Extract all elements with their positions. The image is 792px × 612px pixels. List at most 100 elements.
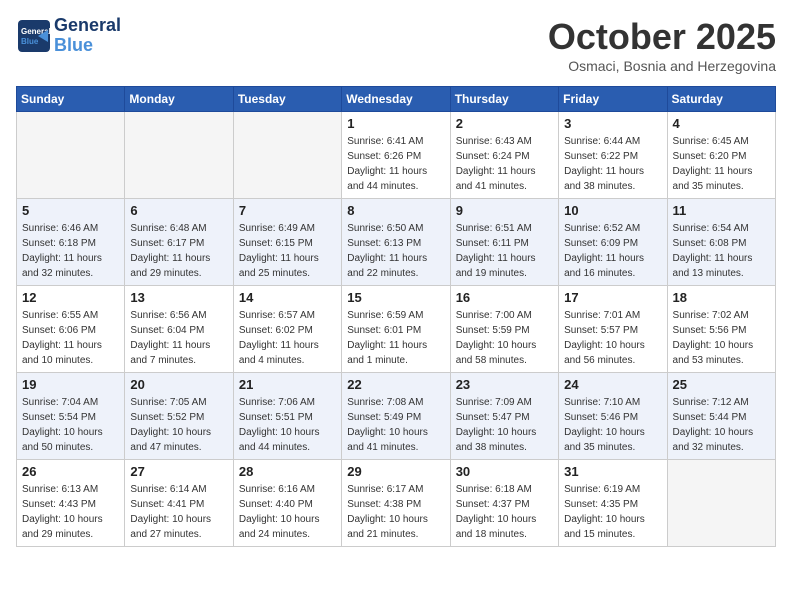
day-number: 23 <box>456 377 553 392</box>
day-info: Sunrise: 6:41 AM Sunset: 6:26 PM Dayligh… <box>347 134 444 194</box>
day-number: 10 <box>564 203 661 218</box>
col-wednesday: Wednesday <box>342 87 450 112</box>
day-number: 22 <box>347 377 444 392</box>
table-row: 6 Sunrise: 6:48 AM Sunset: 6:17 PM Daylig… <box>125 199 233 286</box>
day-number: 2 <box>456 116 553 131</box>
day-number: 30 <box>456 464 553 479</box>
day-info: Sunrise: 6:55 AM Sunset: 6:06 PM Dayligh… <box>22 308 119 368</box>
day-info: Sunrise: 6:49 AM Sunset: 6:15 PM Dayligh… <box>239 221 336 281</box>
table-row: 4Sunrise: 6:45 AM Sunset: 6:20 PM Daylig… <box>667 112 775 199</box>
table-row: 31Sunrise: 6:19 AM Sunset: 4:35 PM Dayli… <box>559 460 667 547</box>
day-number: 3 <box>564 116 661 131</box>
day-info: Sunrise: 7:08 AM Sunset: 5:49 PM Dayligh… <box>347 395 444 455</box>
day-info: Sunrise: 6:18 AM Sunset: 4:37 PM Dayligh… <box>456 482 553 542</box>
week-row-3: 12 Sunrise: 6:55 AM Sunset: 6:06 PM Dayli… <box>17 286 776 373</box>
day-info: Sunrise: 7:00 AM Sunset: 5:59 PM Dayligh… <box>456 308 553 368</box>
table-row: 8Sunrise: 6:50 AM Sunset: 6:13 PM Daylig… <box>342 199 450 286</box>
calendar-table: Sunday Monday Tuesday Wednesday Thursday… <box>16 86 776 547</box>
col-tuesday: Tuesday <box>233 87 341 112</box>
col-thursday: Thursday <box>450 87 558 112</box>
day-info: Sunrise: 6:48 AM Sunset: 6:17 PM Dayligh… <box>130 221 227 281</box>
table-row: 25 Sunrise: 7:12 AM Sunset: 5:44 PM Dayli… <box>667 373 775 460</box>
day-number: 16 <box>456 290 553 305</box>
day-info: Sunrise: 7:10 AM Sunset: 5:46 PM Dayligh… <box>564 395 661 455</box>
day-info: Sunrise: 6:13 AM Sunset: 4:43 PM Dayligh… <box>22 482 119 542</box>
day-number: 18 <box>673 290 770 305</box>
table-row <box>667 460 775 547</box>
table-row: 15 Sunrise: 6:59 AM Sunset: 6:01 PM Dayli… <box>342 286 450 373</box>
week-row-2: 5Sunrise: 6:46 AM Sunset: 6:18 PM Daylig… <box>17 199 776 286</box>
day-number: 24 <box>564 377 661 392</box>
day-info: Sunrise: 6:56 AM Sunset: 6:04 PM Dayligh… <box>130 308 227 368</box>
day-number: 9 <box>456 203 553 218</box>
day-info: Sunrise: 6:59 AM Sunset: 6:01 PM Dayligh… <box>347 308 444 368</box>
day-info: Sunrise: 7:02 AM Sunset: 5:56 PM Dayligh… <box>673 308 770 368</box>
location-text: Osmaci, Bosnia and Herzegovina <box>548 58 776 74</box>
table-row: 29 Sunrise: 6:17 AM Sunset: 4:38 PM Dayli… <box>342 460 450 547</box>
table-row: 23Sunrise: 7:09 AM Sunset: 5:47 PM Dayli… <box>450 373 558 460</box>
day-info: Sunrise: 6:44 AM Sunset: 6:22 PM Dayligh… <box>564 134 661 194</box>
day-info: Sunrise: 7:01 AM Sunset: 5:57 PM Dayligh… <box>564 308 661 368</box>
day-number: 1 <box>347 116 444 131</box>
table-row <box>233 112 341 199</box>
day-info: Sunrise: 6:19 AM Sunset: 4:35 PM Dayligh… <box>564 482 661 542</box>
table-row: 9 Sunrise: 6:51 AM Sunset: 6:11 PM Daylig… <box>450 199 558 286</box>
day-number: 25 <box>673 377 770 392</box>
table-row: 26 Sunrise: 6:13 AM Sunset: 4:43 PM Dayli… <box>17 460 125 547</box>
table-row: 27Sunrise: 6:14 AM Sunset: 4:41 PM Dayli… <box>125 460 233 547</box>
week-row-4: 19Sunrise: 7:04 AM Sunset: 5:54 PM Dayli… <box>17 373 776 460</box>
day-info: Sunrise: 7:05 AM Sunset: 5:52 PM Dayligh… <box>130 395 227 455</box>
day-number: 7 <box>239 203 336 218</box>
day-info: Sunrise: 6:43 AM Sunset: 6:24 PM Dayligh… <box>456 134 553 194</box>
day-info: Sunrise: 6:51 AM Sunset: 6:11 PM Dayligh… <box>456 221 553 281</box>
table-row: 2 Sunrise: 6:43 AM Sunset: 6:24 PM Daylig… <box>450 112 558 199</box>
day-number: 15 <box>347 290 444 305</box>
day-info: Sunrise: 6:17 AM Sunset: 4:38 PM Dayligh… <box>347 482 444 542</box>
table-row: 28 Sunrise: 6:16 AM Sunset: 4:40 PM Dayli… <box>233 460 341 547</box>
col-saturday: Saturday <box>667 87 775 112</box>
table-row: 12 Sunrise: 6:55 AM Sunset: 6:06 PM Dayli… <box>17 286 125 373</box>
table-row: 5Sunrise: 6:46 AM Sunset: 6:18 PM Daylig… <box>17 199 125 286</box>
table-row: 21 Sunrise: 7:06 AM Sunset: 5:51 PM Dayli… <box>233 373 341 460</box>
table-row: 19Sunrise: 7:04 AM Sunset: 5:54 PM Dayli… <box>17 373 125 460</box>
day-number: 26 <box>22 464 119 479</box>
table-row: 3 Sunrise: 6:44 AM Sunset: 6:22 PM Daylig… <box>559 112 667 199</box>
col-monday: Monday <box>125 87 233 112</box>
page-header: General Blue General Blue October 2025 O… <box>16 16 776 74</box>
day-number: 27 <box>130 464 227 479</box>
day-number: 12 <box>22 290 119 305</box>
day-number: 19 <box>22 377 119 392</box>
logo-general-text: General <box>54 16 121 36</box>
col-friday: Friday <box>559 87 667 112</box>
table-row: 18 Sunrise: 7:02 AM Sunset: 5:56 PM Dayli… <box>667 286 775 373</box>
day-number: 21 <box>239 377 336 392</box>
table-row: 10 Sunrise: 6:52 AM Sunset: 6:09 PM Dayli… <box>559 199 667 286</box>
table-row: 24 Sunrise: 7:10 AM Sunset: 5:46 PM Dayli… <box>559 373 667 460</box>
table-row: 7 Sunrise: 6:49 AM Sunset: 6:15 PM Daylig… <box>233 199 341 286</box>
day-number: 28 <box>239 464 336 479</box>
day-number: 14 <box>239 290 336 305</box>
day-number: 20 <box>130 377 227 392</box>
day-info: Sunrise: 6:52 AM Sunset: 6:09 PM Dayligh… <box>564 221 661 281</box>
day-number: 8 <box>347 203 444 218</box>
table-row: 11 Sunrise: 6:54 AM Sunset: 6:08 PM Dayli… <box>667 199 775 286</box>
table-row: 20 Sunrise: 7:05 AM Sunset: 5:52 PM Dayli… <box>125 373 233 460</box>
day-info: Sunrise: 6:16 AM Sunset: 4:40 PM Dayligh… <box>239 482 336 542</box>
day-number: 17 <box>564 290 661 305</box>
week-row-1: 1 Sunrise: 6:41 AM Sunset: 6:26 PM Daylig… <box>17 112 776 199</box>
table-row: 22 Sunrise: 7:08 AM Sunset: 5:49 PM Dayli… <box>342 373 450 460</box>
svg-text:Blue: Blue <box>21 37 39 46</box>
day-info: Sunrise: 6:57 AM Sunset: 6:02 PM Dayligh… <box>239 308 336 368</box>
logo: General Blue General Blue <box>16 16 121 56</box>
logo-icon: General Blue <box>16 18 52 54</box>
day-info: Sunrise: 6:46 AM Sunset: 6:18 PM Dayligh… <box>22 221 119 281</box>
day-number: 6 <box>130 203 227 218</box>
day-number: 13 <box>130 290 227 305</box>
day-info: Sunrise: 7:06 AM Sunset: 5:51 PM Dayligh… <box>239 395 336 455</box>
day-number: 11 <box>673 203 770 218</box>
day-info: Sunrise: 6:54 AM Sunset: 6:08 PM Dayligh… <box>673 221 770 281</box>
day-info: Sunrise: 7:12 AM Sunset: 5:44 PM Dayligh… <box>673 395 770 455</box>
day-info: Sunrise: 6:45 AM Sunset: 6:20 PM Dayligh… <box>673 134 770 194</box>
day-number: 29 <box>347 464 444 479</box>
table-row: 14 Sunrise: 6:57 AM Sunset: 6:02 PM Dayli… <box>233 286 341 373</box>
